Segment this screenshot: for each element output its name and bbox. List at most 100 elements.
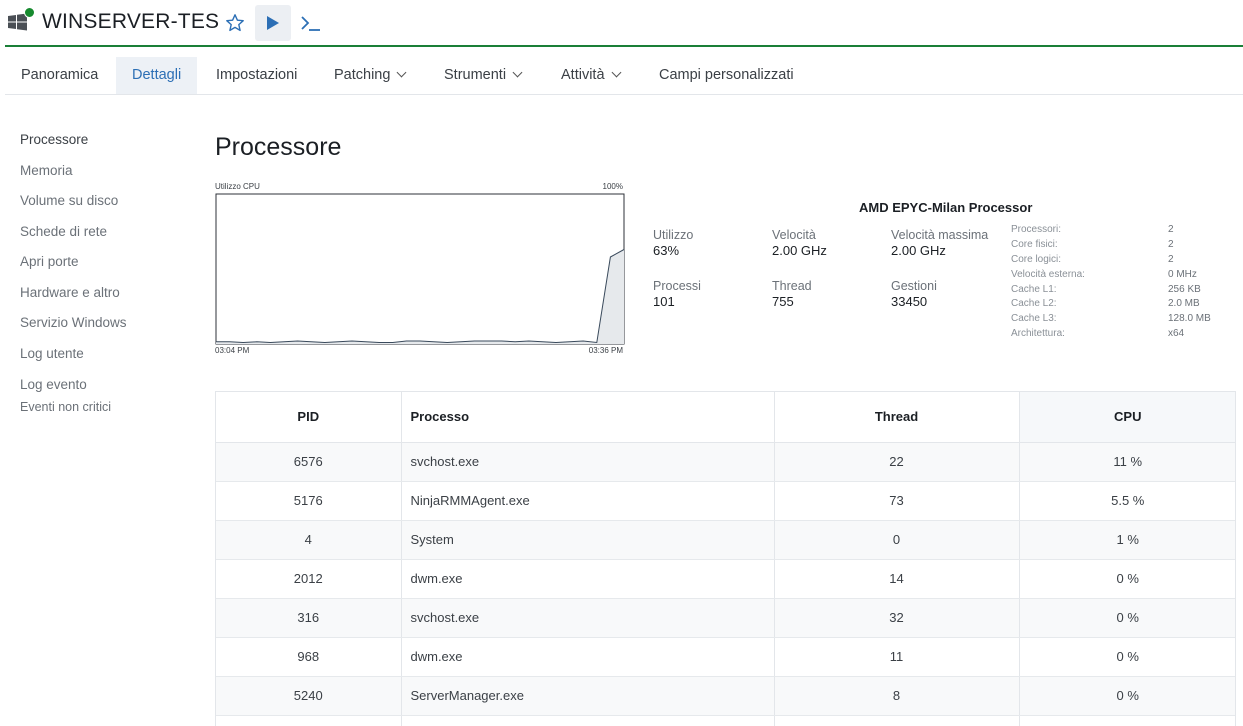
table-row[interactable]: 4 System 0 1 % (216, 520, 1235, 560)
tab-panoramica[interactable]: Panoramica (5, 57, 114, 94)
run-button[interactable] (255, 5, 291, 41)
cell-process: NinjaRMMAgent.exe (401, 481, 775, 521)
cell-cpu: 11 % (1019, 442, 1235, 482)
chevron-down-icon (512, 67, 523, 78)
spec-label: Velocità esterna: (1011, 268, 1085, 280)
spec-row: Cache L1: 256 KB (1011, 284, 1231, 299)
table-row[interactable]: 6576 svchost.exe 22 11 % (216, 442, 1235, 482)
stat-label: Velocità (772, 228, 816, 242)
chart-end-time: 03:36 PM (588, 346, 623, 355)
stat-value: 101 (653, 294, 675, 309)
stat-label: Processi (653, 279, 701, 293)
processor-name: AMD EPYC-Milan Processor (859, 200, 1033, 215)
cell-pid: 4 (216, 520, 402, 560)
column-header-pid[interactable]: PID (216, 392, 402, 443)
cell-pid: 2012 (216, 559, 402, 599)
spec-value: 128.0 MB (1168, 313, 1211, 325)
table-row[interactable]: 5240 ServerManager.exe 8 0 % (216, 676, 1235, 716)
stat-velocita: Velocità 2.00 GHz (772, 228, 827, 258)
spec-row: Architettura: x64 (1011, 328, 1231, 343)
spec-label: Cache L1: (1011, 283, 1057, 295)
chart-max-label: 100% (602, 182, 623, 191)
stat-velocita-massima: Velocità massima 2.00 GHz (891, 228, 988, 258)
spec-value: 0 MHz (1168, 268, 1197, 280)
sidebar-item-processore[interactable]: Processore (20, 132, 88, 147)
cell-thread: 8 (774, 676, 1020, 716)
cell-cpu: 0 % (1019, 559, 1235, 599)
stat-label: Gestioni (891, 279, 937, 293)
stat-label: Thread (772, 279, 812, 293)
spec-row: Core logici: 2 (1011, 254, 1231, 269)
sidebar-item-log-utente[interactable]: Log utente (20, 346, 84, 361)
stat-utilizzo: Utilizzo 63% (653, 228, 693, 258)
stat-label: Utilizzo (653, 228, 694, 242)
tab-impostazioni[interactable]: Impostazioni (200, 57, 313, 94)
device-header: WINSERVER-TES (0, 0, 1243, 46)
stat-value: 63% (653, 243, 680, 258)
tab-attivita[interactable]: Attività (545, 57, 636, 94)
tab-campi-personalizzati[interactable]: Campi personalizzati (643, 57, 810, 94)
cell-pid: 5176 (216, 481, 402, 521)
sidebar-subitem-eventi-non-critici[interactable]: Eventi non critici (20, 400, 111, 414)
spec-value: 256 KB (1168, 283, 1201, 295)
cell-pid: 968 (216, 637, 402, 677)
terminal-icon[interactable] (300, 12, 322, 34)
spec-label: Processori: (1011, 224, 1062, 235)
spec-value: x64 (1168, 328, 1185, 340)
stat-value: 2.00 GHz (772, 243, 827, 258)
chart-frame (215, 193, 625, 345)
sidebar-item-schede-di-rete[interactable]: Schede di rete (20, 224, 107, 239)
sidebar-item-log-evento[interactable]: Log evento (20, 377, 87, 392)
spec-label: Cache L2: (1011, 298, 1057, 310)
cell-thread: 22 (774, 442, 1020, 482)
cell-thread: 14 (774, 559, 1020, 599)
table-row[interactable]: 316 svchost.exe 32 0 % (216, 598, 1235, 638)
cell-cpu: 0 % (1019, 676, 1235, 716)
column-header-thread[interactable]: Thread (774, 392, 1020, 443)
tab-label: Campi personalizzati (659, 67, 794, 83)
sidebar-item-apri-porte[interactable]: Apri porte (20, 254, 79, 269)
spec-row: Velocità esterna: 0 MHz (1011, 269, 1231, 284)
cell-thread (774, 715, 1020, 726)
processor-specs: Processori: 2 Core fisici: 2 Core logici: 2… (1011, 224, 1231, 343)
column-header-cpu[interactable]: CPU (1019, 392, 1235, 443)
sidebar-item-volume[interactable]: Volume su disco (20, 193, 118, 208)
sidebar-item-servizio-windows[interactable]: Servizio Windows (20, 315, 127, 330)
star-icon[interactable] (225, 13, 245, 33)
spec-label: Core fisici: (1011, 238, 1058, 250)
table-row[interactable]: 968 dwm.exe 11 0 % (216, 637, 1235, 677)
play-icon (267, 16, 279, 30)
cpu-usage-chart: Utilizzo CPU 100% 03:04 PM 03:36 PM (215, 180, 625, 358)
tab-label: Attività (561, 67, 605, 83)
table-row[interactable] (216, 715, 1235, 726)
stat-value: 33450 (891, 294, 928, 309)
chevron-down-icon (396, 67, 407, 78)
tab-dettagli[interactable]: Dettagli (116, 57, 198, 94)
spec-value: 2 (1168, 253, 1174, 265)
tab-label: Impostazioni (216, 67, 298, 83)
column-header-processo[interactable]: Processo (401, 392, 775, 443)
table-header-row: PID Processo Thread CPU (216, 392, 1235, 443)
cell-cpu: 0 % (1019, 637, 1235, 677)
stat-label: Velocità massima (891, 228, 989, 242)
table-row[interactable]: 2012 dwm.exe 14 0 % (216, 559, 1235, 599)
tab-patching[interactable]: Patching (318, 57, 421, 94)
tab-bar: Panoramica Dettagli Impostazioni Patchin… (5, 57, 1243, 95)
spec-value: 2 (1168, 224, 1174, 235)
cell-process (401, 715, 775, 726)
tab-strumenti[interactable]: Strumenti (428, 57, 537, 94)
header-divider (5, 45, 1243, 47)
spec-value: 2.0 MB (1168, 298, 1200, 310)
spec-label: Core logici: (1011, 253, 1062, 265)
table-row[interactable]: 5176 NinjaRMMAgent.exe 73 5.5 % (216, 481, 1235, 521)
cell-thread: 0 (774, 520, 1020, 560)
sidebar-item-hardware[interactable]: Hardware e altro (20, 285, 120, 300)
sidebar-item-memoria[interactable]: Memoria (20, 163, 73, 178)
cell-cpu: 0 % (1019, 598, 1235, 638)
stat-processi: Processi 101 (653, 279, 701, 309)
tab-label: Panoramica (21, 67, 99, 83)
spec-label: Architettura: (1011, 328, 1065, 340)
cell-process: ServerManager.exe (401, 676, 775, 716)
cpu-chart-plot (215, 193, 625, 345)
cell-thread: 11 (774, 637, 1020, 677)
